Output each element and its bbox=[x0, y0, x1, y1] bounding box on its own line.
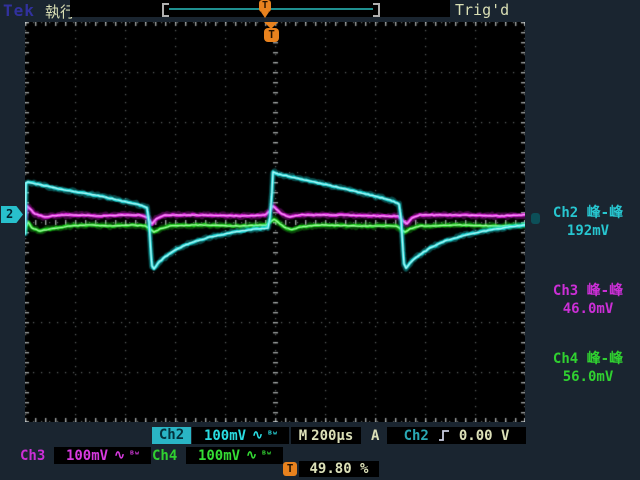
channel2-scale-readout: 100mV ∿ ᴮʷ bbox=[192, 427, 289, 444]
timebase-prefix: M bbox=[299, 428, 307, 444]
channel3-scale-readout: 100mV ∿ ᴮʷ bbox=[54, 447, 151, 464]
measurement-ch3-label: Ch3 峰-峰 bbox=[536, 282, 640, 300]
record-view-right-bracket-icon bbox=[373, 3, 380, 17]
record-view-bar: T bbox=[70, 0, 450, 17]
measurement-ch2-label: Ch2 峰-峰 bbox=[536, 204, 640, 222]
trigger-status: Trig'd bbox=[455, 1, 509, 19]
measurement-ch3-value: 46.0mV bbox=[536, 300, 640, 318]
measurement-ch3: Ch3 峰-峰 46.0mV bbox=[536, 282, 640, 318]
channel4-scale-value: 100mV bbox=[198, 448, 240, 464]
trigger-position-readout: 49.80 % bbox=[299, 461, 379, 477]
measurement-ch2-value: 192mV bbox=[536, 222, 640, 240]
measurement-ch4: Ch4 峰-峰 56.0mV bbox=[536, 350, 640, 386]
ac-coupling-icon: ∿ bbox=[246, 448, 257, 463]
trigger-level-value: 0.00 V bbox=[459, 428, 510, 444]
record-trigger-pointer-icon bbox=[261, 12, 269, 18]
record-trigger-position-icon: T bbox=[259, 0, 271, 12]
trigger-system-prefix: A bbox=[371, 428, 379, 444]
channel3-scale-value: 100mV bbox=[66, 448, 108, 464]
bandwidth-limit-icon: ᴮʷ bbox=[129, 450, 139, 461]
record-view-left-bracket-icon bbox=[162, 3, 169, 17]
channel4-scale-readout: 100mV ∿ ᴮʷ bbox=[186, 447, 283, 464]
channel2-badge: Ch2 bbox=[152, 427, 191, 444]
measurement-ch4-value: 56.0mV bbox=[536, 368, 640, 386]
ac-coupling-icon: ∿ bbox=[114, 448, 125, 463]
trigger-position-marker-icon: T bbox=[264, 28, 279, 42]
bandwidth-limit-icon: ᴮʷ bbox=[267, 430, 277, 441]
ac-coupling-icon: ∿ bbox=[252, 428, 263, 443]
trigger-readout: Ch2 0.00 V bbox=[387, 427, 526, 444]
measurement-ch4-label: Ch4 峰-峰 bbox=[536, 350, 640, 368]
timebase-value: 200µs bbox=[311, 428, 353, 444]
trigger-position-badge-icon: T bbox=[283, 462, 297, 476]
measurement-ch2: Ch2 峰-峰 192mV bbox=[536, 204, 640, 240]
waveform-graticule bbox=[25, 22, 525, 422]
record-view-line bbox=[169, 8, 373, 10]
channel3-label: Ch3 bbox=[20, 448, 45, 464]
channel2-reference-marker: 2 bbox=[1, 206, 23, 223]
rising-edge-icon bbox=[438, 429, 450, 442]
tek-logo: Tek bbox=[3, 1, 35, 20]
bandwidth-limit-icon: ᴮʷ bbox=[261, 450, 271, 461]
oscilloscope-screen: Tek 執行 T Trig'd T 2 Ch2 峰-峰 192mV Ch3 峰-… bbox=[0, 0, 640, 480]
trigger-source: Ch2 bbox=[404, 428, 429, 444]
channel2-scale-value: 100mV bbox=[204, 428, 246, 444]
timebase-readout: M 200µs bbox=[291, 427, 361, 444]
channel4-label: Ch4 bbox=[152, 448, 177, 464]
